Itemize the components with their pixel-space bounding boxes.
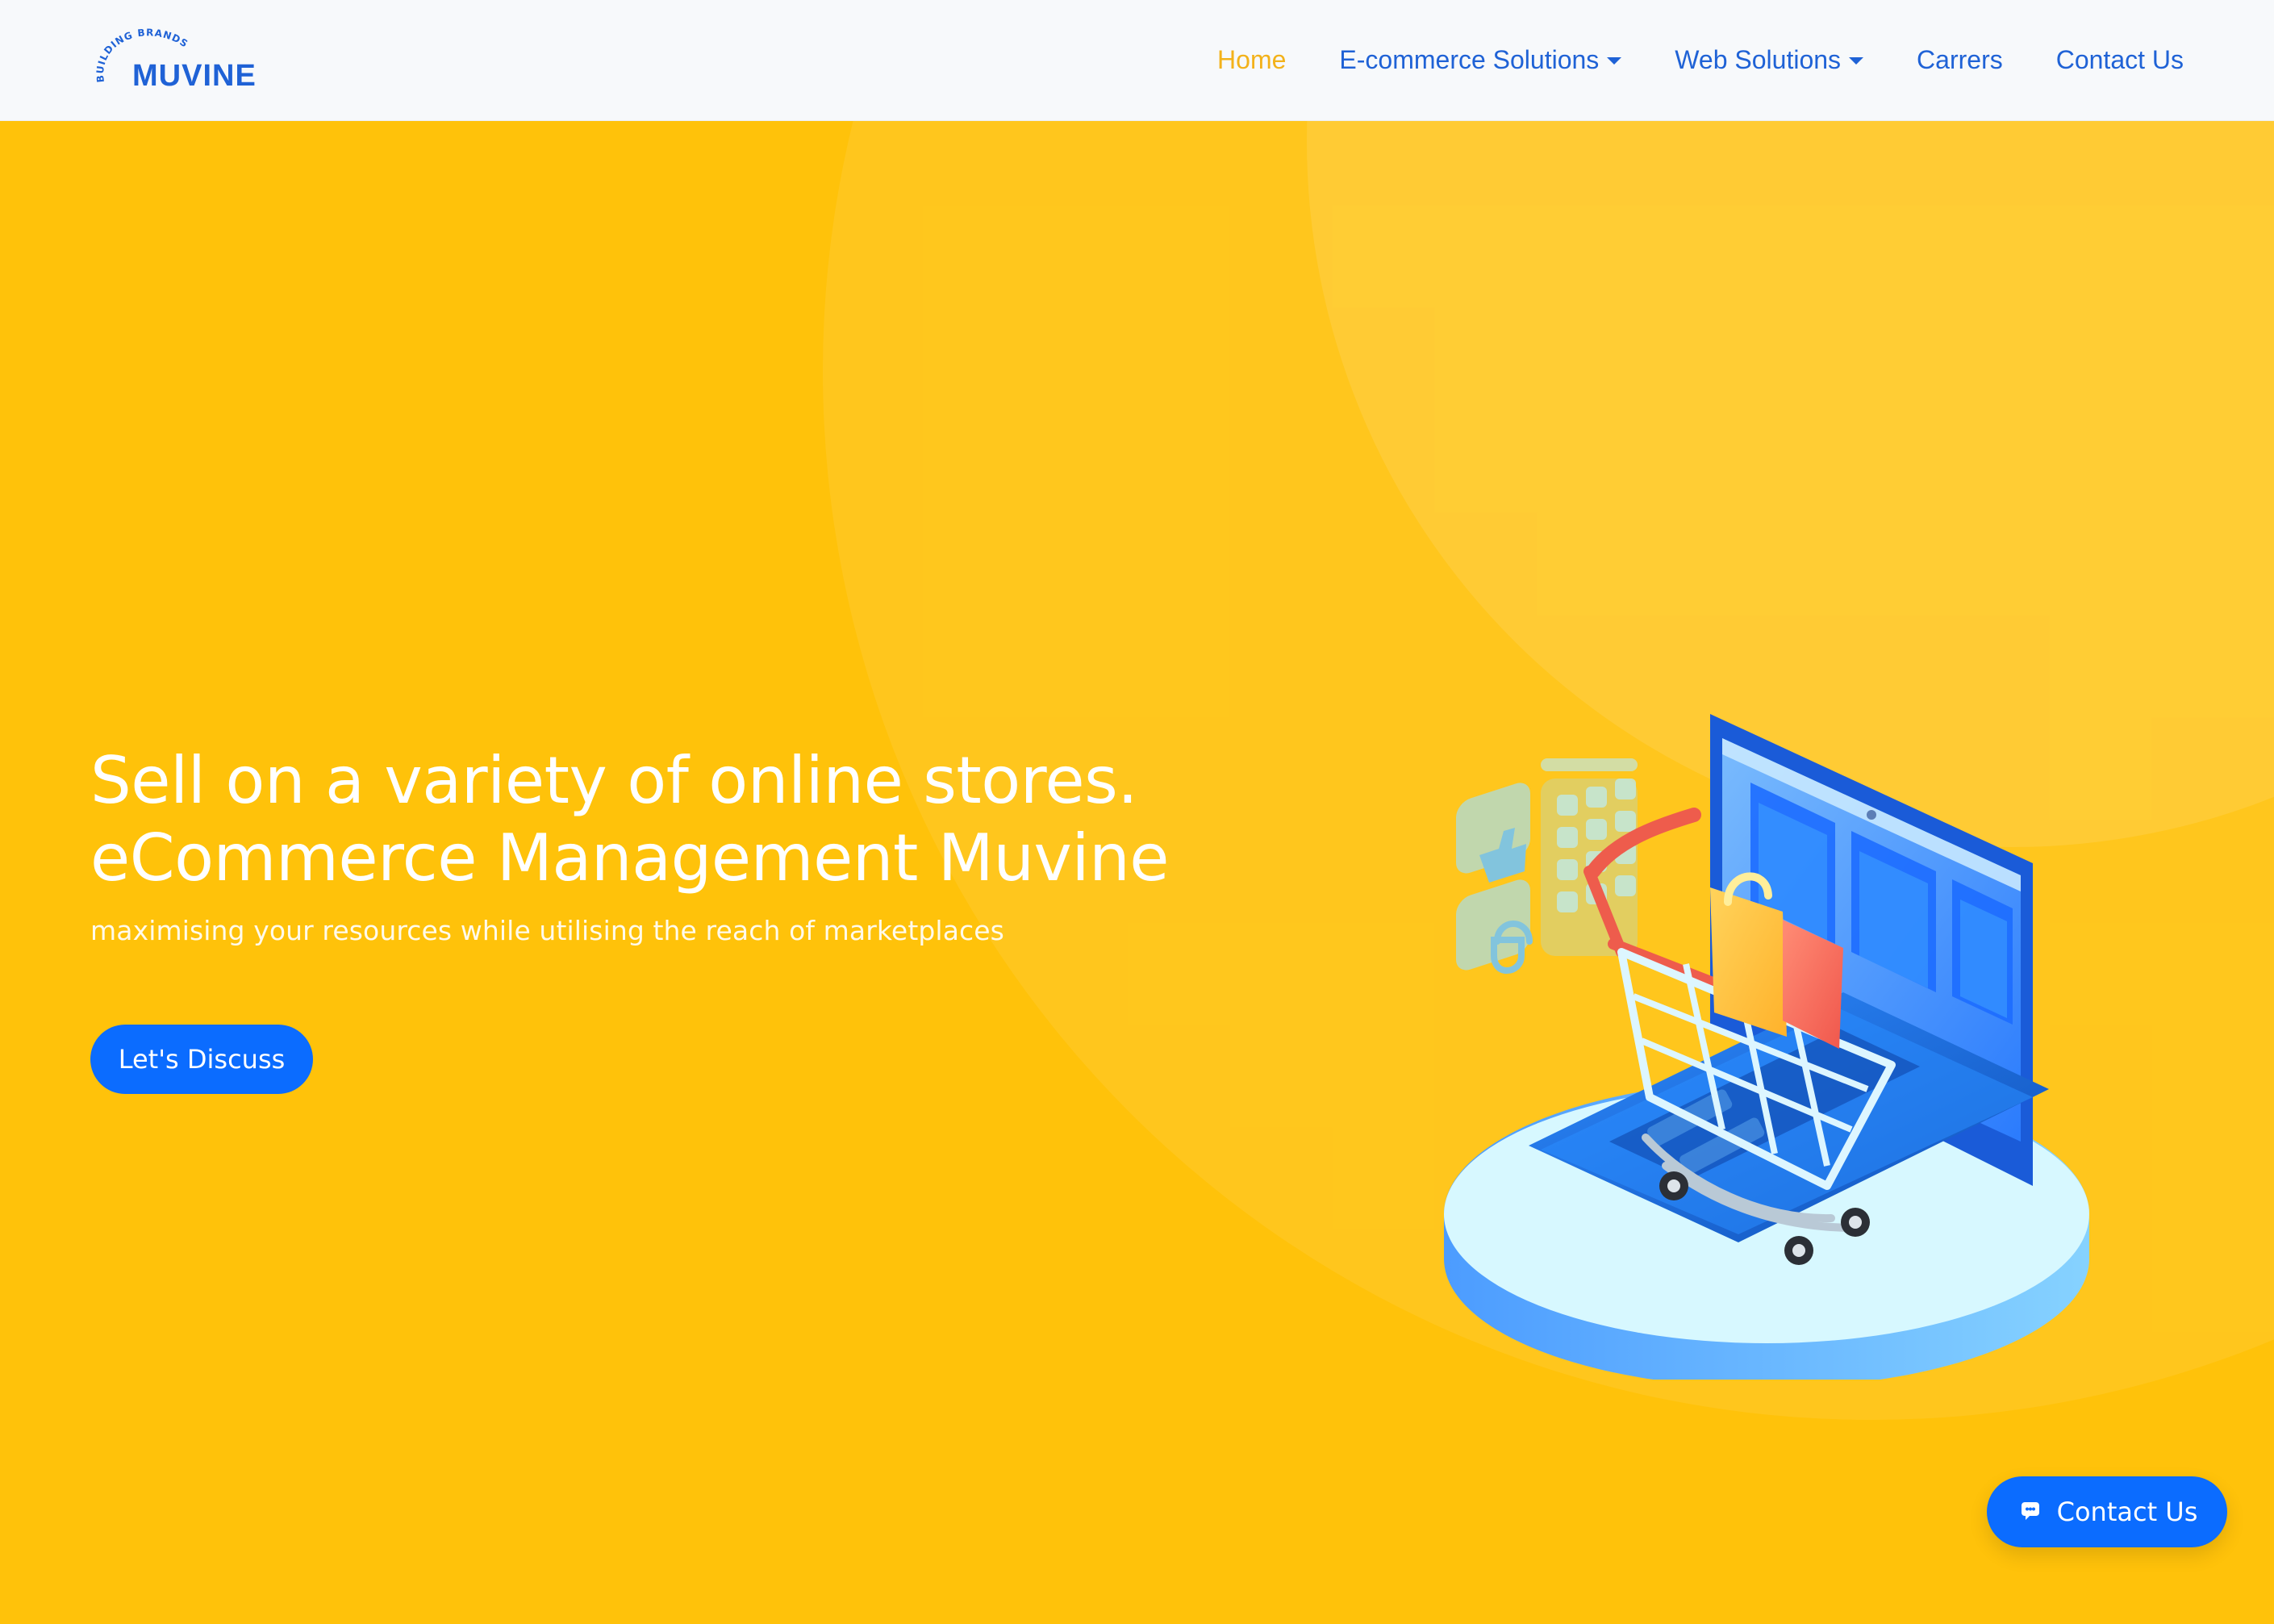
nav-carrers-label: Carrers [1917,45,2003,74]
hero-title-line-2: eCommerce Management Muvine [90,820,1170,895]
lets-discuss-button[interactable]: Let's Discuss [90,1025,313,1094]
chevron-down-icon [1849,57,1864,65]
brand-name: MUVINE [132,58,257,93]
nav-home[interactable]: Home [1217,45,1286,75]
top-navbar: BUILDING BRANDS MUVINE Home E-commerce S… [0,0,2274,121]
floating-contact-label: Contact Us [2056,1497,2198,1527]
nav-contact-us-label: Contact Us [2055,45,2184,74]
chevron-down-icon [1607,57,1622,65]
hero-title-line-1: Sell on a variety of online stores. [90,743,1138,818]
primary-navigation: Home E-commerce Solutions Web Solutions … [1217,45,2184,75]
floating-contact-button[interactable]: Contact Us [1987,1476,2227,1547]
hero-title: Sell on a variety of online stores. eCom… [90,742,1365,897]
hero-section: Sell on a variety of online stores. eCom… [0,121,2274,1624]
nav-carrers[interactable]: Carrers [1917,45,2003,75]
shopping-cart-laptop-illustration [1444,714,2089,1388]
nav-ecommerce-solutions-label: E-commerce Solutions [1339,45,1600,74]
hero-subtitle: maximising your resources while utilisin… [90,915,1004,946]
nav-ecommerce-solutions[interactable]: E-commerce Solutions [1339,45,1622,75]
nav-contact-us[interactable]: Contact Us [2056,45,2184,75]
hero-illustration [1420,573,2113,1388]
nav-home-label: Home [1217,45,1287,74]
nav-web-solutions[interactable]: Web Solutions [1675,45,1864,75]
chat-bubble-icon [2017,1498,2044,1526]
nav-web-solutions-label: Web Solutions [1675,45,1842,74]
page: BUILDING BRANDS MUVINE Home E-commerce S… [0,0,2274,1624]
lets-discuss-button-label: Let's Discuss [118,1044,286,1075]
brand-logo[interactable]: BUILDING BRANDS MUVINE [90,16,332,105]
hero-copy: Sell on a variety of online stores. eCom… [90,742,1365,1094]
